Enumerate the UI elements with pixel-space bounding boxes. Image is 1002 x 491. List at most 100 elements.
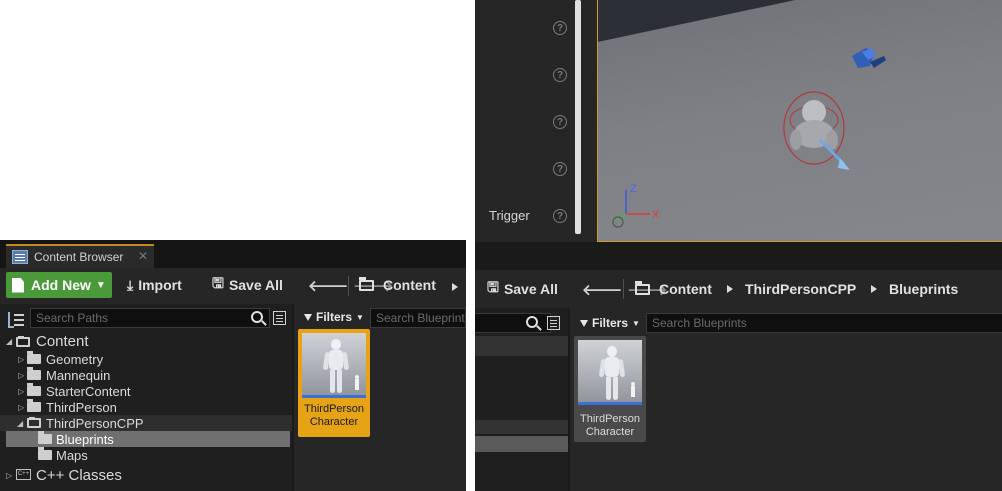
tree-item-label: Mannequin	[46, 367, 111, 383]
content-browser-icon	[12, 250, 28, 264]
tree-toggle-icon[interactable]	[8, 311, 24, 328]
help-icon[interactable]: ?	[553, 115, 567, 129]
tree-row-highlight[interactable]	[475, 336, 568, 356]
search-paths-placeholder: Search Paths	[36, 311, 109, 325]
collapsed-arrow-icon[interactable]: ▷	[18, 371, 24, 380]
save-icon: 🖫	[212, 275, 224, 291]
breadcrumb-content[interactable]: Content	[635, 276, 712, 302]
folder-icon	[27, 351, 41, 364]
filter-icon	[304, 313, 312, 321]
tree-item-blueprints[interactable]: Blueprints	[6, 431, 290, 447]
level-viewport[interactable]: Z X	[597, 0, 1002, 242]
expanded-arrow-icon[interactable]: ◢	[6, 337, 12, 346]
help-icon[interactable]: ?	[553, 209, 567, 223]
collapsed-arrow-icon[interactable]: ▷	[6, 471, 12, 480]
details-scrollbar[interactable]	[575, 0, 581, 234]
tree-row-highlight[interactable]	[475, 420, 568, 434]
search-blueprints-input[interactable]: Search Blueprint	[370, 308, 466, 328]
save-all-button[interactable]: 🖫 Save All	[487, 276, 558, 302]
folder-icon	[27, 383, 41, 396]
details-panel: ? ? ? ? Trigger ?	[475, 0, 597, 242]
tree-item-thirdperson[interactable]: ▷ ThirdPerson	[0, 399, 292, 415]
breadcrumb-arrow-icon[interactable]	[871, 285, 877, 293]
help-icon[interactable]: ?	[553, 162, 567, 176]
asset-name-line1: ThirdPerson	[580, 413, 640, 425]
folder-icon	[38, 431, 52, 444]
content-browser-toolbar: 🖫 Save All 🡐 🡒 Content ThirdPersonCPP Bl…	[475, 270, 1002, 308]
asset-tile-thirdpersoncharacter[interactable]: ThirdPerson Character	[298, 329, 370, 437]
folder-tree: Search Paths ◢ Content ▷ Geometry ▷ Mann…	[0, 304, 292, 491]
filter-icon	[580, 319, 588, 327]
tree-item-label: Content	[36, 333, 89, 350]
breadcrumb-label: Content	[383, 277, 436, 293]
breadcrumb-thirdpersoncpp[interactable]: ThirdPersonCPP	[745, 276, 856, 302]
filters-label: Filters	[592, 316, 629, 330]
breadcrumb-label: ThirdPersonCPP	[745, 281, 857, 297]
back-arrow-icon[interactable]: 🡐	[582, 280, 622, 299]
asset-type-bar	[578, 402, 642, 405]
import-button[interactable]: ⤓ Import	[127, 272, 182, 298]
search-blueprints-placeholder: Search Blueprints	[652, 316, 747, 330]
chevron-down-icon: ▼	[356, 312, 364, 322]
help-icon[interactable]: ?	[553, 21, 567, 35]
back-arrow-icon[interactable]: 🡐	[308, 276, 348, 295]
search-blueprints-input[interactable]: Search Blueprints	[646, 313, 1002, 333]
help-icon[interactable]: ?	[553, 68, 567, 82]
player-character-icon	[783, 91, 850, 170]
folder-icon	[27, 399, 41, 412]
close-icon[interactable]: ✕	[138, 249, 148, 263]
breadcrumb-arrow-icon[interactable]	[727, 285, 733, 293]
search-blueprints-placeholder: Search Blueprint	[376, 311, 465, 325]
breadcrumb-blueprints[interactable]: Blueprints	[889, 276, 958, 302]
content-browser-toolbar: Add New ▼ ⤓ Import 🖫 Save All 🡐 🡒 Conten…	[0, 268, 466, 304]
tree-item-geometry[interactable]: ▷ Geometry	[0, 351, 292, 367]
asset-thumbnail	[302, 333, 366, 397]
import-label: Import	[138, 277, 182, 293]
list-view-icon[interactable]	[273, 311, 286, 325]
axis-gizmo: Z X	[612, 183, 660, 228]
breadcrumb-content[interactable]: Content	[359, 272, 436, 298]
collapsed-arrow-icon[interactable]: ▷	[18, 403, 24, 412]
add-new-button[interactable]: Add New ▼	[6, 272, 112, 298]
filters-label: Filters	[316, 310, 353, 324]
expanded-arrow-icon[interactable]: ◢	[17, 419, 23, 428]
tree-item-label: Blueprints	[56, 431, 114, 447]
new-document-icon	[12, 277, 24, 293]
download-icon: ⤓	[127, 276, 134, 293]
asset-name: ThirdPerson Character	[574, 413, 646, 439]
folder-open-icon	[16, 335, 30, 347]
camera-actor-icon	[852, 48, 886, 68]
tab-content-browser[interactable]: Content Browser ✕	[6, 244, 154, 268]
folder-open-icon	[27, 417, 41, 428]
search-icon	[526, 316, 538, 328]
tree-item-content[interactable]: ◢ Content	[0, 333, 292, 350]
save-all-button[interactable]: 🖫 Save All	[212, 272, 283, 298]
content-browser-panel-right: ? ? ? ? Trigger ? Z X 🖫 Save All 🡐 🡒 Con…	[475, 0, 1002, 491]
tree-item-maps[interactable]: Maps	[0, 447, 292, 463]
tree-item-label: StarterContent	[46, 383, 131, 399]
tree-item-cpp-classes[interactable]: ▷ C++ C++ Classes	[0, 466, 292, 484]
filters-button[interactable]: Filters ▼	[580, 316, 640, 330]
asset-name: ThirdPerson Character	[298, 403, 370, 429]
search-paths-input[interactable]: Search Paths	[30, 308, 270, 328]
asset-thumbnail	[578, 340, 642, 404]
asset-name-line2: Character	[309, 416, 359, 428]
tree-item-label: ThirdPersonCPP	[46, 415, 144, 431]
tab-bar: Content Browser ✕	[0, 240, 466, 268]
save-all-label: Save All	[503, 281, 558, 297]
tree-item-label: ThirdPerson	[46, 399, 117, 415]
divider	[623, 279, 624, 299]
trigger-label: Trigger	[489, 208, 530, 223]
tree-item-label: C++ Classes	[36, 466, 122, 484]
breadcrumb-arrow-icon[interactable]	[452, 283, 458, 291]
collapsed-arrow-icon[interactable]: ▷	[18, 355, 24, 364]
search-icon	[251, 311, 263, 323]
asset-tile-thirdpersoncharacter[interactable]: ThirdPerson Character	[574, 336, 646, 442]
tree-item-startercontent[interactable]: ▷ StarterContent	[0, 383, 292, 399]
collapsed-arrow-icon[interactable]: ▷	[18, 387, 24, 396]
tree-item-mannequin[interactable]: ▷ Mannequin	[0, 367, 292, 383]
list-view-icon[interactable]	[547, 316, 560, 330]
tree-item-thirdpersoncpp[interactable]: ◢ ThirdPersonCPP	[0, 415, 292, 431]
filters-button[interactable]: Filters ▼	[304, 310, 364, 324]
tree-row-selected[interactable]	[475, 436, 568, 452]
